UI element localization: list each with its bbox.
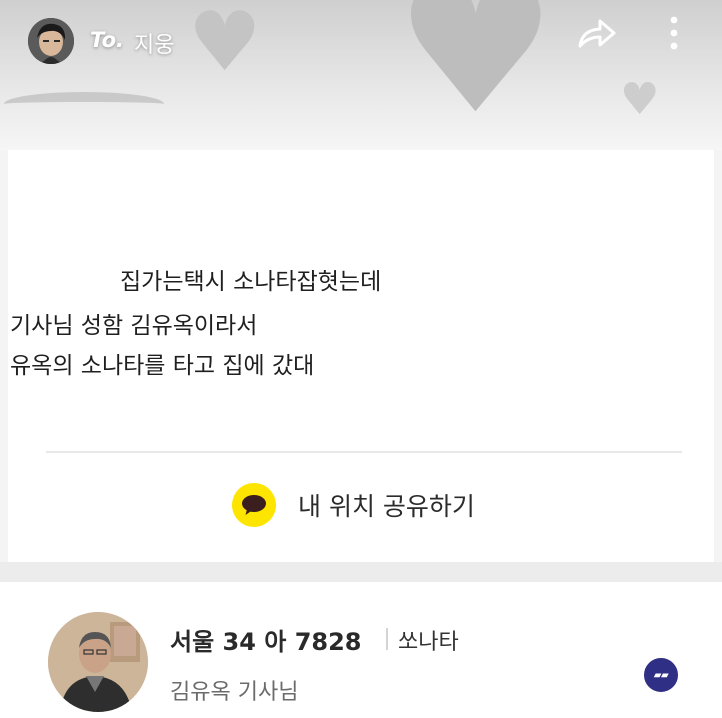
story-top-bar: To. 지웅	[0, 0, 722, 78]
message-line: 집가는택시 소나타잡혓는데	[120, 269, 382, 295]
driver-info-panel: 서울 34 아 7828 쏘나타 김유옥 기사님 ▰▰	[0, 582, 722, 718]
message-line: 기사님 성함 김유옥이라서	[10, 313, 258, 339]
kakao-talk-icon	[232, 483, 276, 527]
more-vertical-icon[interactable]	[664, 14, 684, 54]
driver-name: 김유옥 기사님	[170, 680, 299, 705]
share-location-button[interactable]: 내 위치 공유하기	[232, 480, 475, 530]
to-label: To.	[90, 28, 125, 52]
avatar[interactable]	[28, 18, 74, 64]
heart-decoration-icon: ♥	[620, 74, 660, 125]
divider	[46, 451, 682, 453]
lips-decoration	[4, 92, 164, 116]
driver-portrait	[48, 612, 148, 712]
message-line: 유옥의 소나타를 타고 집에 갔대	[10, 353, 315, 379]
taxi-share-card: 집가는택시 소나타잡혓는데 기사님 성함 김유옥이라서 유옥의 소나타를 타고 …	[8, 150, 714, 562]
recipient-name: 지웅	[134, 33, 175, 58]
section-gap	[0, 562, 722, 582]
avatar-image	[28, 18, 74, 64]
separator	[386, 628, 388, 650]
share-location-label: 내 위치 공유하기	[298, 492, 475, 521]
brand-badge-icon: ▰▰	[642, 656, 680, 694]
driver-photo	[48, 612, 148, 712]
car-model: 쏘나타	[398, 630, 459, 655]
share-arrow-icon[interactable]	[576, 16, 618, 52]
license-plate: 서울 34 아 7828	[170, 628, 362, 656]
